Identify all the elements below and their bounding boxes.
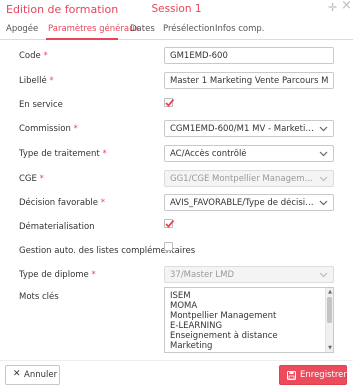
footer-divider	[0, 360, 353, 361]
cancel-button-label: Annuler	[24, 370, 58, 380]
list-item[interactable]: ISEM	[170, 291, 191, 301]
en-service-label: En service	[19, 100, 63, 110]
list-item[interactable]: Marketing	[170, 341, 212, 351]
tab-parametres-generaux[interactable]: Paramètres généraux	[48, 24, 140, 34]
mots-cles-label: Mots clés	[19, 292, 59, 302]
list-item[interactable]: Montpellier Management	[170, 311, 276, 321]
type-diplome-select: 37/Master LMD	[164, 266, 334, 283]
gestion-listes-checkbox[interactable]	[164, 242, 173, 251]
dematerialisation-label: Dématerialisation	[19, 222, 95, 232]
tab-infos-comp[interactable]: Infos comp.	[215, 24, 264, 34]
chevron-down-icon	[319, 200, 328, 206]
active-tab-indicator	[46, 38, 118, 40]
en-service-checkbox[interactable]	[164, 98, 175, 107]
cancel-button[interactable]: ✕ Annuler	[5, 365, 60, 385]
save-button-label: Enregistrer	[300, 370, 347, 380]
tab-apogee[interactable]: Apogée	[6, 24, 38, 34]
cge-select: GG1/CGE Montpellier Management MOMA	[164, 170, 334, 187]
tab-dates[interactable]: Dates	[130, 24, 155, 34]
floppy-disk-icon	[287, 371, 296, 380]
cge-label: CGE *	[19, 174, 44, 184]
checkmark-icon	[165, 219, 175, 228]
scroll-up-arrow-icon[interactable]: ▲	[327, 289, 333, 295]
libelle-field[interactable]: Master 1 Marketing Vente Parcours Market…	[164, 72, 334, 89]
type-traitement-value: AC/Accès contrôlé	[170, 149, 247, 159]
code-value: GM1EMD-600	[170, 51, 228, 61]
chevron-down-icon	[319, 176, 328, 182]
scrollbar-thumb[interactable]	[327, 297, 332, 323]
libelle-value: Master 1 Marketing Vente Parcours Market…	[170, 76, 329, 86]
dialog-header: Edition de formation Session 1 ✛ ×	[0, 0, 353, 20]
list-item[interactable]: E-LEARNING	[170, 321, 222, 331]
commission-value: CGM1EMD-600/M1 MV - Marketing et Digital	[170, 124, 315, 134]
cge-value: GG1/CGE Montpellier Management MOMA	[170, 174, 315, 184]
tab-preselection[interactable]: Présélection	[163, 24, 215, 34]
mots-cles-listbox[interactable]: ISEM MOMA Montpellier Management E-LEARN…	[164, 287, 334, 353]
close-icon: ✕	[13, 369, 21, 379]
save-button[interactable]: Enregistrer	[279, 365, 347, 385]
close-icon[interactable]: ×	[341, 0, 352, 12]
type-diplome-label: Type de diplome *	[19, 270, 96, 280]
type-traitement-label: Type de traitement *	[19, 149, 107, 159]
list-item[interactable]: MOMA	[170, 301, 197, 311]
decision-select[interactable]: AVIS_FAVORABLE/Type de décision favorabl…	[164, 194, 334, 211]
commission-label: Commission *	[19, 124, 78, 134]
type-traitement-select[interactable]: AC/Accès contrôlé	[164, 145, 334, 162]
decision-value: AVIS_FAVORABLE/Type de décision favorabl…	[170, 198, 315, 208]
scroll-down-arrow-icon[interactable]: ▼	[327, 345, 333, 351]
type-diplome-value: 37/Master LMD	[170, 270, 235, 280]
pin-icon[interactable]: ✛	[328, 2, 337, 14]
chevron-down-icon	[319, 126, 328, 132]
code-label: Code *	[19, 51, 48, 61]
chevron-down-icon	[319, 151, 328, 157]
libelle-label: Libellé *	[19, 76, 54, 86]
chevron-down-icon	[319, 272, 328, 278]
commission-select[interactable]: CGM1EMD-600/M1 MV - Marketing et Digital	[164, 120, 334, 137]
decision-label: Décision favorable *	[19, 198, 105, 208]
tab-bar: Apogée Paramètres généraux Dates Préséle…	[0, 20, 353, 40]
listbox-scrollbar[interactable]: ▲ ▼	[325, 288, 333, 352]
checkmark-icon	[165, 98, 175, 107]
dematerialisation-checkbox[interactable]	[164, 219, 175, 228]
code-field[interactable]: GM1EMD-600	[164, 47, 334, 64]
session-label: Session 1	[151, 3, 202, 15]
list-item[interactable]: Enseignement à distance	[170, 331, 278, 341]
